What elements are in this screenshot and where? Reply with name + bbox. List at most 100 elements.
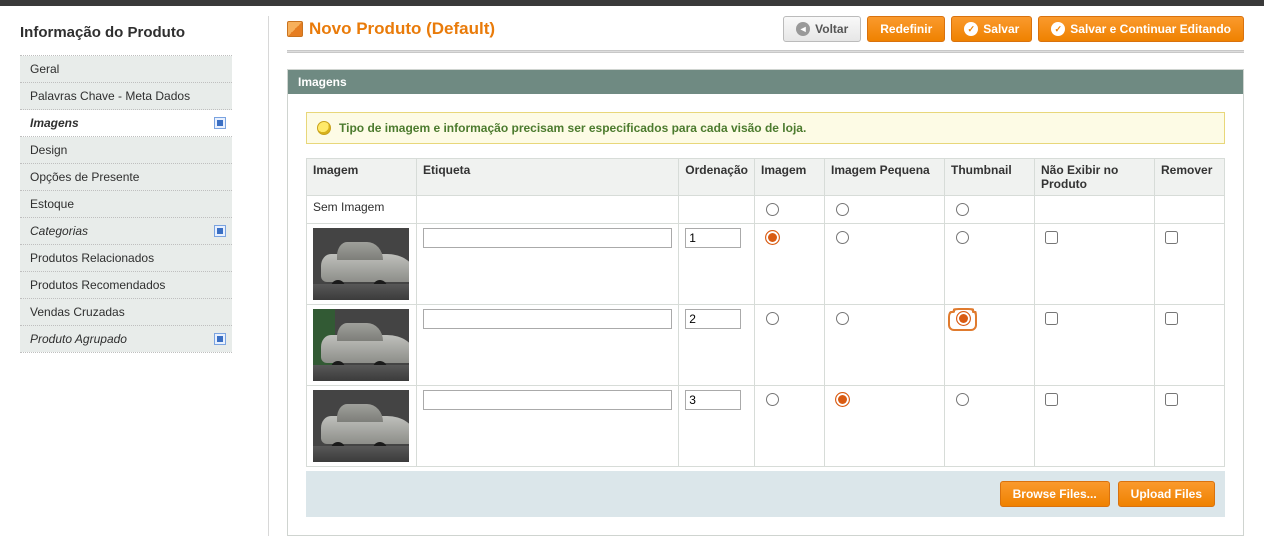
exclude-checkbox[interactable] bbox=[1045, 231, 1058, 244]
table-row-noimage: Sem Imagem bbox=[307, 196, 1225, 224]
notice-bar: Tipo de imagem e informação precisam ser… bbox=[306, 112, 1225, 144]
save-button[interactable]: ✓ Salvar bbox=[951, 16, 1032, 42]
radio-image[interactable] bbox=[766, 393, 779, 406]
sidebar-item-agrupado[interactable]: Produto Agrupado bbox=[20, 326, 232, 352]
remove-checkbox[interactable] bbox=[1165, 231, 1178, 244]
label-input[interactable] bbox=[423, 390, 672, 410]
collapse-icon bbox=[214, 117, 226, 129]
check-icon: ✓ bbox=[1051, 22, 1065, 36]
order-input[interactable] bbox=[685, 228, 741, 248]
back-button[interactable]: ◄ Voltar bbox=[783, 16, 861, 42]
remove-checkbox[interactable] bbox=[1165, 393, 1178, 406]
lightbulb-icon bbox=[317, 121, 331, 135]
notice-text: Tipo de imagem e informação precisam ser… bbox=[339, 121, 806, 135]
th-label: Etiqueta bbox=[417, 159, 679, 196]
collapse-icon bbox=[214, 333, 226, 345]
th-exclude: Não Exibir no Produto bbox=[1035, 159, 1155, 196]
radio-small[interactable] bbox=[835, 392, 850, 407]
page-header: Novo Produto (Default) ◄ Voltar Redefini… bbox=[287, 16, 1244, 42]
sidebar-item-design[interactable]: Design bbox=[20, 137, 232, 164]
section-body: Tipo de imagem e informação precisam ser… bbox=[288, 94, 1243, 535]
product-thumbnail[interactable] bbox=[313, 390, 409, 462]
sidebar-item-label: Produto Agrupado bbox=[30, 332, 127, 346]
radio-thumb[interactable] bbox=[956, 311, 971, 326]
button-label: Voltar bbox=[815, 21, 848, 37]
radio-small[interactable] bbox=[836, 312, 849, 325]
button-label: Redefinir bbox=[880, 21, 932, 37]
label-input[interactable] bbox=[423, 309, 672, 329]
sidebar-item-relacionados[interactable]: Produtos Relacionados bbox=[20, 245, 232, 272]
cell-empty bbox=[1035, 196, 1155, 224]
browse-files-button[interactable]: Browse Files... bbox=[1000, 481, 1110, 507]
save-continue-button[interactable]: ✓ Salvar e Continuar Editando bbox=[1038, 16, 1244, 42]
product-cube-icon bbox=[287, 21, 303, 37]
sidebar-item-presente[interactable]: Opções de Presente bbox=[20, 164, 232, 191]
section-title: Imagens bbox=[288, 70, 1243, 94]
collapse-icon bbox=[214, 225, 226, 237]
sidebar-item-geral[interactable]: Geral bbox=[20, 56, 232, 83]
page-title-text: Novo Produto (Default) bbox=[309, 19, 495, 39]
upload-files-button[interactable]: Upload Files bbox=[1118, 481, 1215, 507]
header-divider bbox=[287, 50, 1244, 53]
remove-checkbox[interactable] bbox=[1165, 312, 1178, 325]
radio-thumb-none[interactable] bbox=[956, 203, 969, 216]
radio-small-none[interactable] bbox=[836, 203, 849, 216]
button-label: Salvar e Continuar Editando bbox=[1070, 21, 1231, 37]
table-row bbox=[307, 386, 1225, 467]
radio-thumb[interactable] bbox=[956, 231, 969, 244]
sidebar-item-label: Produtos Recomendados bbox=[30, 278, 165, 292]
page-title: Novo Produto (Default) bbox=[287, 19, 495, 39]
header-buttons: ◄ Voltar Redefinir ✓ Salvar ✓ Salvar e C… bbox=[783, 16, 1244, 42]
sidebar-item-label: Design bbox=[30, 143, 67, 157]
sidebar-item-label: Palavras Chave - Meta Dados bbox=[30, 89, 190, 103]
sidebar-item-label: Vendas Cruzadas bbox=[30, 305, 125, 319]
sidebar-item-label: Estoque bbox=[30, 197, 74, 211]
th-image: Imagem bbox=[307, 159, 417, 196]
th-order: Ordenação bbox=[679, 159, 755, 196]
images-section: Imagens Tipo de imagem e informação prec… bbox=[287, 69, 1244, 536]
button-label: Upload Files bbox=[1131, 486, 1202, 502]
th-radio-image: Imagem bbox=[755, 159, 825, 196]
radio-thumb[interactable] bbox=[956, 393, 969, 406]
upload-bar: Browse Files... Upload Files bbox=[306, 471, 1225, 517]
images-table: Imagem Etiqueta Ordenação Imagem Imagem … bbox=[306, 158, 1225, 467]
sidebar-menu: Geral Palavras Chave - Meta Dados Imagen… bbox=[20, 55, 232, 353]
cell-empty bbox=[1155, 196, 1225, 224]
product-thumbnail[interactable] bbox=[313, 228, 409, 300]
th-remove: Remover bbox=[1155, 159, 1225, 196]
sidebar-item-meta[interactable]: Palavras Chave - Meta Dados bbox=[20, 83, 232, 110]
order-input[interactable] bbox=[685, 390, 741, 410]
sidebar-item-cruzadas[interactable]: Vendas Cruzadas bbox=[20, 299, 232, 326]
main-content: Novo Produto (Default) ◄ Voltar Redefini… bbox=[268, 16, 1244, 536]
sidebar-item-label: Categorias bbox=[30, 224, 88, 238]
sidebar-item-imagens[interactable]: Imagens bbox=[20, 110, 232, 137]
no-image-label: Sem Imagem bbox=[307, 196, 417, 224]
sidebar-item-recomendados[interactable]: Produtos Recomendados bbox=[20, 272, 232, 299]
th-small: Imagem Pequena bbox=[825, 159, 945, 196]
order-input[interactable] bbox=[685, 309, 741, 329]
sidebar-item-label: Geral bbox=[30, 62, 59, 76]
th-thumb: Thumbnail bbox=[945, 159, 1035, 196]
check-icon: ✓ bbox=[964, 22, 978, 36]
reset-button[interactable]: Redefinir bbox=[867, 16, 945, 42]
radio-small[interactable] bbox=[836, 231, 849, 244]
sidebar-item-label: Opções de Presente bbox=[30, 170, 139, 184]
cell-empty bbox=[679, 196, 755, 224]
table-row bbox=[307, 305, 1225, 386]
button-label: Salvar bbox=[983, 21, 1019, 37]
product-thumbnail[interactable] bbox=[313, 309, 409, 381]
exclude-checkbox[interactable] bbox=[1045, 312, 1058, 325]
sidebar-item-label: Imagens bbox=[30, 116, 79, 130]
radio-image[interactable] bbox=[766, 312, 779, 325]
sidebar-title: Informação do Produto bbox=[20, 24, 232, 41]
cell-empty bbox=[417, 196, 679, 224]
label-input[interactable] bbox=[423, 228, 672, 248]
radio-image[interactable] bbox=[765, 230, 780, 245]
exclude-checkbox[interactable] bbox=[1045, 393, 1058, 406]
sidebar-item-estoque[interactable]: Estoque bbox=[20, 191, 232, 218]
back-arrow-icon: ◄ bbox=[796, 22, 810, 36]
sidebar-item-label: Produtos Relacionados bbox=[30, 251, 154, 265]
table-row bbox=[307, 224, 1225, 305]
radio-image-none[interactable] bbox=[766, 203, 779, 216]
sidebar-item-categorias[interactable]: Categorias bbox=[20, 218, 232, 245]
